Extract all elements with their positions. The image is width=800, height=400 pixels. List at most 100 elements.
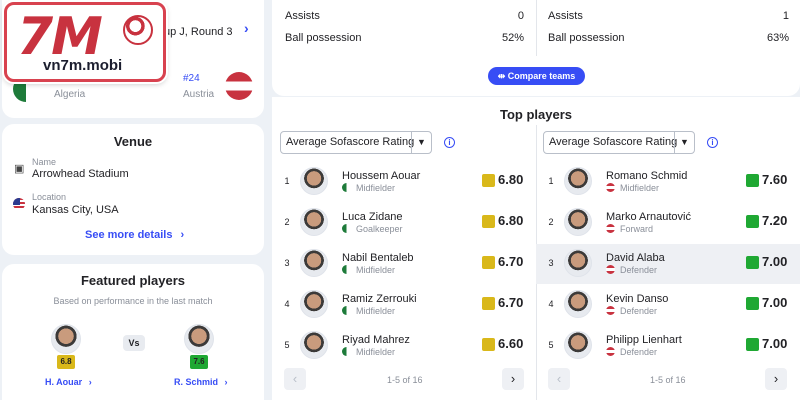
prev-page-button-away[interactable]: ‹ xyxy=(548,368,570,390)
player-row[interactable]: 5 Riyad Mahrez Midfielder 6.60 xyxy=(272,326,536,366)
rating-indicator-icon xyxy=(746,338,759,351)
player-rating: 7.00 xyxy=(762,254,788,269)
prev-page-button-home[interactable]: ‹ xyxy=(284,368,306,390)
player-nation-flag-icon xyxy=(342,306,351,315)
stat-label-home-assists: Assists xyxy=(285,10,320,22)
player-row[interactable]: 1 Romano Schmid Midfielder 7.60 xyxy=(536,162,800,202)
austria-flag-icon xyxy=(225,72,253,100)
stat-label-away-possession: Ball possession xyxy=(548,32,625,44)
player-name: Romano Schmid xyxy=(606,170,688,182)
venue-location-value: Kansas City, USA xyxy=(32,204,119,216)
rating-indicator-icon xyxy=(482,256,495,269)
featured-subtitle: Based on performance in the last match xyxy=(53,296,213,306)
player-rank: 1 xyxy=(284,176,290,186)
player-position: Midfielder xyxy=(356,265,396,275)
chevron-right-icon[interactable]: › xyxy=(244,20,249,36)
player-name: Nabil Bentaleb xyxy=(342,252,414,264)
player-name: Kevin Danso xyxy=(606,293,669,305)
player-row[interactable]: 5 Philipp Lienhart Defender 7.00 xyxy=(536,326,800,366)
featured-players-card: Featured players Based on performance in… xyxy=(2,264,264,400)
see-more-details-link[interactable]: See more details › xyxy=(85,229,184,241)
player-row[interactable]: 3 Nabil Bentaleb Midfielder 6.70 xyxy=(272,244,536,284)
player-position: Defender xyxy=(620,347,658,357)
rating-indicator-icon xyxy=(746,215,759,228)
next-page-button-home[interactable]: › xyxy=(502,368,524,390)
next-page-button-away[interactable]: › xyxy=(765,368,787,390)
chevron-right-icon: › xyxy=(180,229,185,241)
rating-indicator-icon xyxy=(482,174,495,187)
player-row[interactable]: 2 Marko Arnautović Forward 7.20 xyxy=(536,203,800,243)
player-rating: 7.20 xyxy=(762,213,788,228)
player-position: Defender xyxy=(620,306,658,316)
pager-text-away: 1-5 of 16 xyxy=(650,375,686,385)
player-rank: 3 xyxy=(284,258,290,268)
player-rank: 3 xyxy=(548,258,554,268)
compare-teams-label: Compare teams xyxy=(507,71,576,81)
pager-text-home: 1-5 of 16 xyxy=(387,375,423,385)
stat-label-away-assists: Assists xyxy=(548,10,583,22)
football-icon xyxy=(123,15,153,45)
top-players-card: Top players Average Sofascore Rating ▼ i… xyxy=(272,97,800,400)
player-name: Marko Arnautović xyxy=(606,211,691,223)
player-avatar xyxy=(564,208,592,236)
player-row[interactable]: 1 Houssem Aouar Midfielder 6.80 xyxy=(272,162,536,202)
player-nation-flag-icon xyxy=(342,347,351,356)
stat-value-home-assists: 0 xyxy=(517,10,524,22)
player-rank: 4 xyxy=(284,299,290,309)
featured-left-player-link[interactable]: H. Aouar › xyxy=(45,377,92,387)
see-more-details-label: See more details xyxy=(85,229,173,241)
featured-right-rating: 7.6 xyxy=(190,355,208,369)
compare-icon: ⇹ xyxy=(497,71,508,81)
player-avatar xyxy=(300,208,328,236)
player-rank: 5 xyxy=(284,340,290,350)
featured-left-avatar[interactable] xyxy=(51,324,81,354)
player-row[interactable]: 4 Kevin Danso Defender 7.00 xyxy=(536,285,800,325)
venue-location-label: Location xyxy=(32,192,67,202)
compare-teams-button[interactable]: ⇹ Compare teams xyxy=(488,67,585,85)
player-position: Midfielder xyxy=(356,183,396,193)
rating-select-home[interactable]: Average Sofascore Rating ▼ xyxy=(280,131,432,154)
rating-select-away[interactable]: Average Sofascore Rating ▼ xyxy=(543,131,695,154)
player-rank: 5 xyxy=(548,340,554,350)
featured-right-avatar[interactable] xyxy=(184,324,214,354)
info-icon[interactable]: i xyxy=(707,137,718,148)
stat-value-home-possession: 52% xyxy=(501,32,524,44)
info-icon[interactable]: i xyxy=(444,137,455,148)
player-nation-flag-icon xyxy=(342,183,351,192)
player-name: Luca Zidane xyxy=(342,211,403,223)
featured-right-player-link[interactable]: R. Schmid › xyxy=(174,377,228,387)
player-row[interactable]: 3 David Alaba Defender 7.00 xyxy=(536,244,800,284)
rating-indicator-icon xyxy=(746,256,759,269)
player-avatar xyxy=(564,290,592,318)
player-name: Houssem Aouar xyxy=(342,170,421,182)
player-avatar xyxy=(300,167,328,195)
stat-value-away-assists: 1 xyxy=(782,10,789,22)
site-logo: 7M vn7m.mobi xyxy=(4,2,166,82)
featured-right-player-name: R. Schmid xyxy=(174,377,219,387)
player-position: Midfielder xyxy=(620,183,660,193)
player-name: Philipp Lienhart xyxy=(606,334,682,346)
stadium-icon: ▣ xyxy=(14,163,25,175)
player-avatar xyxy=(564,331,592,359)
player-avatar xyxy=(300,290,328,318)
player-avatar xyxy=(300,331,328,359)
away-team-rank: #24 xyxy=(183,73,200,84)
player-avatar xyxy=(564,167,592,195)
player-rating: 6.80 xyxy=(498,172,524,187)
rating-select-away-value: Average Sofascore Rating xyxy=(549,136,678,148)
player-avatar xyxy=(300,249,328,277)
home-team-name: Algeria xyxy=(54,89,86,100)
player-rating: 7.00 xyxy=(762,295,788,310)
player-avatar xyxy=(564,249,592,277)
player-nation-flag-icon xyxy=(606,265,615,274)
player-rank: 4 xyxy=(548,299,554,309)
stat-value-away-possession: 63% xyxy=(766,32,789,44)
chevron-right-icon: › xyxy=(224,377,228,387)
player-rank: 1 xyxy=(548,176,554,186)
player-row[interactable]: 2 Luca Zidane Goalkeeper 6.80 xyxy=(272,203,536,243)
player-name: David Alaba xyxy=(606,252,665,264)
player-nation-flag-icon xyxy=(606,347,615,356)
player-row[interactable]: 4 Ramiz Zerrouki Midfielder 6.70 xyxy=(272,285,536,325)
player-rank: 2 xyxy=(548,217,554,227)
player-nation-flag-icon xyxy=(606,183,615,192)
